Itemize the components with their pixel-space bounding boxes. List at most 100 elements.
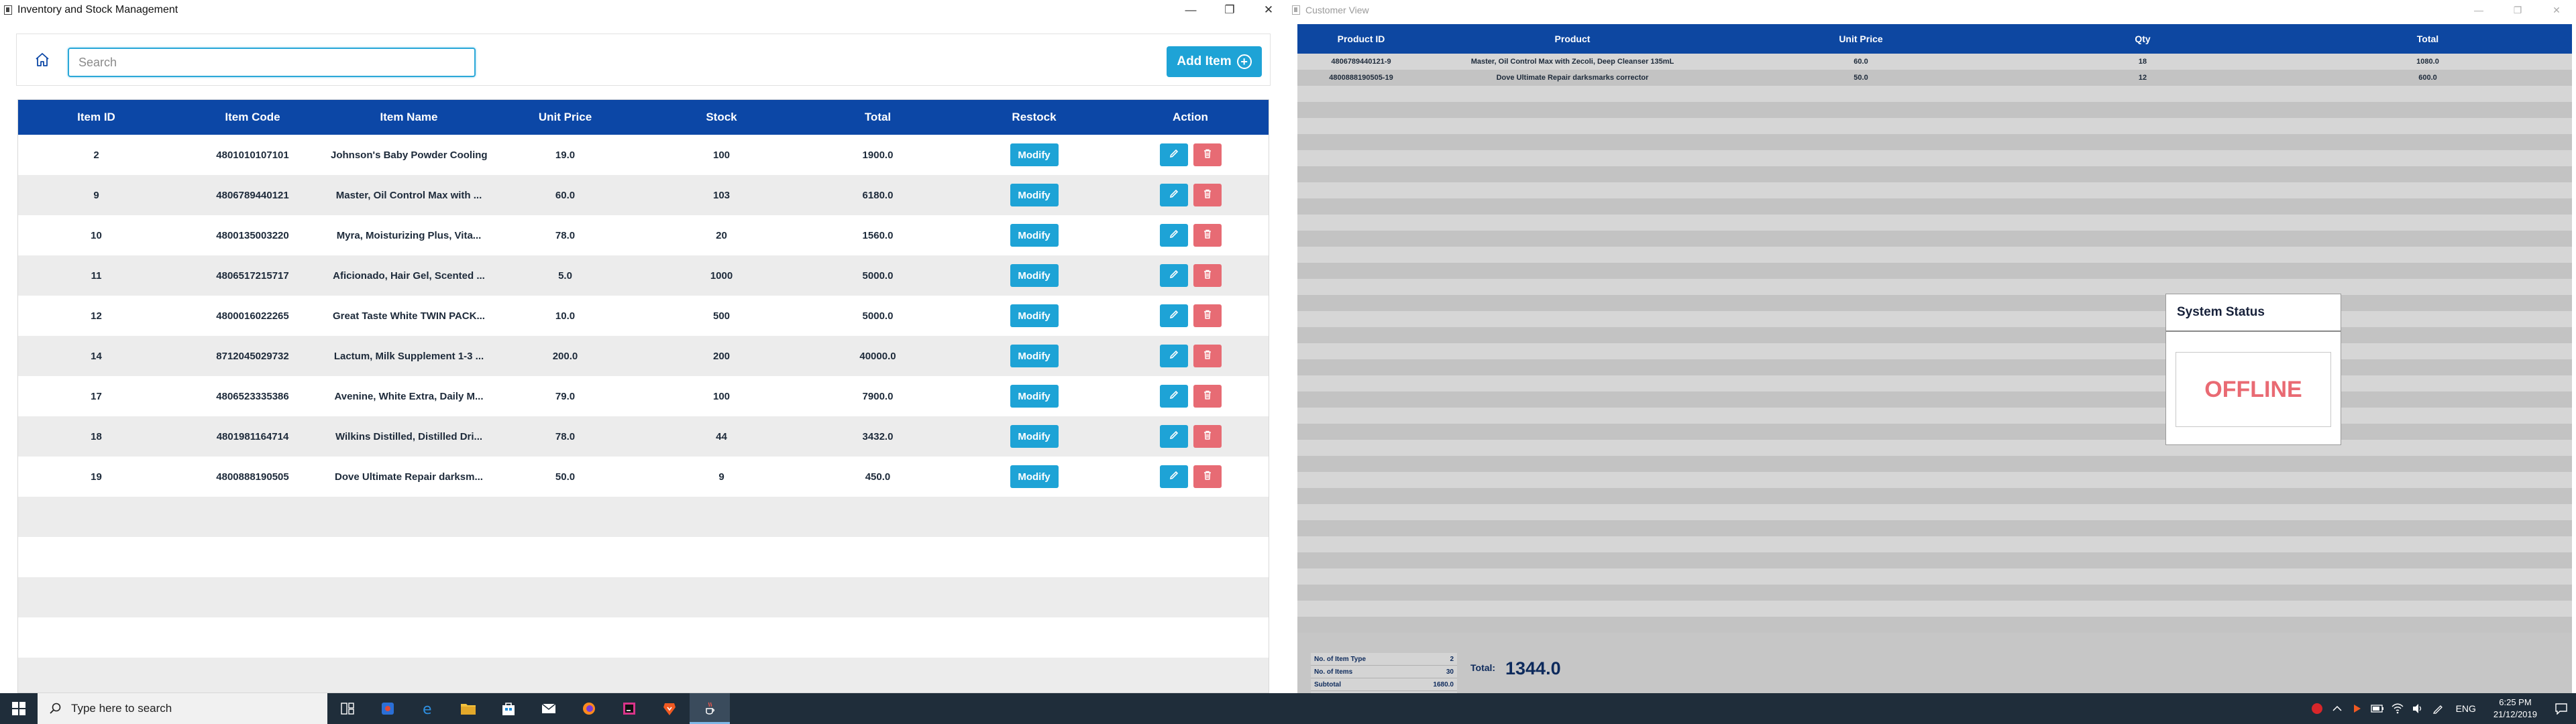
add-item-button[interactable]: Add Item +: [1167, 46, 1262, 77]
edit-button[interactable]: [1159, 184, 1188, 206]
delete-button[interactable]: [1193, 184, 1222, 206]
flag-tray-icon[interactable]: [2349, 693, 2365, 724]
delete-button[interactable]: [1193, 224, 1222, 247]
cart-row: [1297, 520, 2572, 536]
firefox-icon[interactable]: [569, 693, 609, 724]
delete-button[interactable]: [1193, 304, 1222, 327]
edit-button[interactable]: [1159, 425, 1188, 448]
pencil-icon: [1169, 349, 1179, 363]
minimize-button[interactable]: —: [1171, 0, 1210, 20]
task-view-icon[interactable]: [327, 693, 368, 724]
cart-row: [1297, 472, 2572, 488]
column-header: Stock: [706, 111, 737, 123]
modify-button[interactable]: Modify: [1010, 184, 1059, 206]
modify-button[interactable]: Modify: [1010, 385, 1059, 408]
close-button[interactable]: ✕: [1249, 0, 1288, 20]
maximize-button[interactable]: ❐: [1210, 0, 1249, 20]
battery-icon[interactable]: [2369, 693, 2385, 724]
cart-row: [1297, 86, 2572, 102]
cart-product-cell: [1425, 343, 1720, 359]
java-app-icon[interactable]: [690, 693, 730, 724]
restock-cell: Modify: [956, 336, 1112, 376]
cart-unit-price-cell: [1720, 568, 2002, 585]
edit-button[interactable]: [1159, 143, 1188, 166]
cart-product-id-cell: [1297, 198, 1425, 215]
column-header: Total: [864, 111, 892, 123]
cart-row: [1297, 408, 2572, 424]
modify-button[interactable]: Modify: [1010, 465, 1059, 488]
table-row: 12 4800016022265 Great Taste White TWIN PA…: [18, 296, 1269, 336]
delete-button[interactable]: [1193, 465, 1222, 488]
cart-qty-cell: [2002, 86, 2284, 102]
file-explorer-icon[interactable]: [448, 693, 488, 724]
cart-unit-price-cell: [1720, 520, 2002, 536]
cart-unit-price-cell: [1720, 247, 2002, 263]
delete-button[interactable]: [1193, 345, 1222, 367]
chevron-up-icon[interactable]: [2329, 693, 2345, 724]
cart-unit-price-cell: [1720, 408, 2002, 424]
clock[interactable]: 6:25 PM 21/12/2019: [2493, 697, 2537, 721]
empty-cell: [1112, 617, 1269, 658]
edit-button[interactable]: [1159, 345, 1188, 367]
modify-button[interactable]: Modify: [1010, 143, 1059, 166]
cart-qty-cell: [2002, 134, 2284, 150]
total-cell: 5000.0: [862, 269, 894, 282]
antivirus-tray-icon[interactable]: [2309, 693, 2325, 724]
item-name-cell: Lactum, Milk Supplement 1-3 ...: [333, 350, 484, 362]
empty-cell: [331, 658, 487, 692]
edit-button[interactable]: [1159, 385, 1188, 408]
cart-qty-cell: [2002, 617, 2284, 633]
start-button[interactable]: [0, 693, 38, 724]
modify-button[interactable]: Modify: [1010, 224, 1059, 247]
taskbar-search[interactable]: Type here to search: [38, 693, 327, 724]
cart-unit-price-cell: [1720, 472, 2002, 488]
cart-rows: 4806789440121-9 Master, Oil Control Max w…: [1297, 54, 2572, 633]
cart-qty-cell: [2002, 585, 2284, 601]
intellij-icon[interactable]: [609, 693, 649, 724]
pen-tray-icon[interactable]: [2430, 693, 2446, 724]
delete-button[interactable]: [1193, 143, 1222, 166]
edge-icon[interactable]: e: [408, 693, 448, 724]
network-icon[interactable]: [2390, 693, 2406, 724]
modify-button[interactable]: Modify: [1010, 304, 1059, 327]
notification-button[interactable]: [2546, 693, 2576, 724]
brave-icon[interactable]: [649, 693, 690, 724]
window-title: Customer View: [1305, 5, 1369, 15]
minimize-button[interactable]: —: [2459, 0, 2498, 20]
cart-row: [1297, 215, 2572, 231]
unit-price-cell: 10.0: [555, 310, 576, 322]
home-button[interactable]: [32, 49, 53, 70]
edit-button[interactable]: [1159, 304, 1188, 327]
mail-icon[interactable]: [529, 693, 569, 724]
empty-cell: [487, 537, 643, 577]
modify-button[interactable]: Modify: [1010, 264, 1059, 287]
cart-product-cell: [1425, 568, 1720, 585]
restock-cell: Modify: [956, 135, 1112, 175]
cart-total-cell: [2284, 215, 2572, 231]
maximize-button[interactable]: ❐: [2498, 0, 2537, 20]
cart-row: [1297, 279, 2572, 295]
edit-button[interactable]: [1159, 264, 1188, 287]
app-icon[interactable]: [368, 693, 408, 724]
volume-icon[interactable]: [2410, 693, 2426, 724]
store-icon[interactable]: [488, 693, 529, 724]
item-id-cell: 9: [93, 189, 99, 201]
cart-unit-price-cell: [1720, 86, 2002, 102]
table-body: 2 4801010107101 Johnson's Baby Powder Cool…: [18, 135, 1269, 692]
delete-button[interactable]: [1193, 385, 1222, 408]
delete-button[interactable]: [1193, 425, 1222, 448]
edit-button[interactable]: [1159, 465, 1188, 488]
modify-button[interactable]: Modify: [1010, 425, 1059, 448]
cart-product-id-cell: [1297, 472, 1425, 488]
cart-row: [1297, 504, 2572, 520]
language-indicator[interactable]: ENG: [2456, 703, 2476, 714]
delete-button[interactable]: [1193, 264, 1222, 287]
cart-unit-price-cell: [1720, 327, 2002, 343]
table-header-row: Item ID Item Code Item Name Unit Price Stock…: [18, 100, 1269, 135]
close-button[interactable]: ✕: [2537, 0, 2576, 20]
search-input[interactable]: [68, 48, 476, 77]
edit-button[interactable]: [1159, 224, 1188, 247]
cart-product-id-cell: [1297, 118, 1425, 134]
modify-button[interactable]: Modify: [1010, 345, 1059, 367]
trash-icon: [1202, 269, 1213, 282]
